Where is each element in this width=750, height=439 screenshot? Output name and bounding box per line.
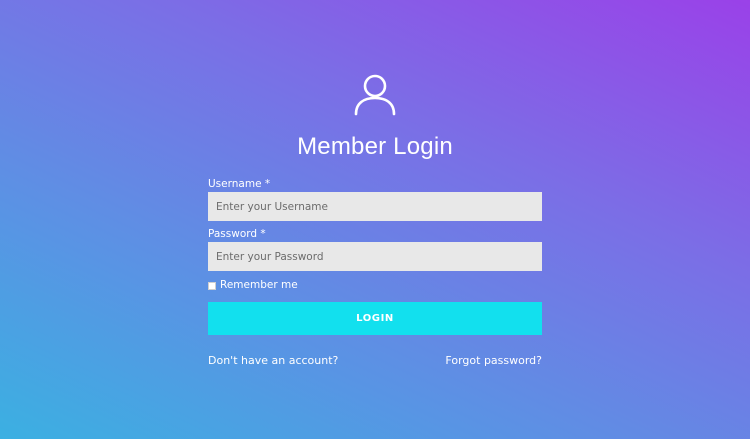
login-form: Username * Password * Remember me LOGIN … [208, 177, 542, 368]
user-icon [354, 74, 396, 116]
remember-me-checkbox[interactable] [208, 281, 216, 290]
username-input[interactable] [208, 192, 542, 221]
remember-me-row: Remember me [208, 279, 542, 292]
password-label: Password * [208, 228, 266, 240]
signup-link[interactable]: Don't have an account? [208, 354, 338, 368]
page-title: Member Login [297, 133, 453, 160]
password-input[interactable] [208, 242, 542, 271]
remember-me-label[interactable]: Remember me [220, 279, 298, 292]
login-button[interactable]: LOGIN [208, 302, 542, 335]
login-page: Member Login Username * Password * Remem… [0, 0, 750, 439]
auth-links: Don't have an account? Forgot password? [208, 354, 542, 368]
forgot-password-link[interactable]: Forgot password? [445, 354, 542, 368]
username-label: Username * [208, 178, 271, 190]
